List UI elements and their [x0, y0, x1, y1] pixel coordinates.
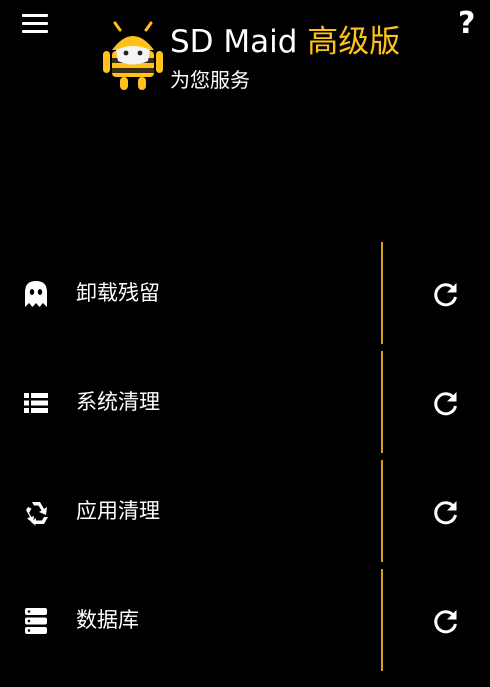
recycle-icon	[26, 502, 48, 526]
app-title: SD Maid 高级版	[170, 24, 400, 60]
refresh-icon[interactable]	[432, 498, 460, 526]
tool-label: 应用清理	[76, 499, 160, 523]
tool-row-appcleaner[interactable]: 应用清理	[0, 460, 490, 562]
tool-row-systemcleaner[interactable]: 系统清理	[0, 351, 490, 453]
ghost-icon	[25, 281, 47, 307]
list-icon	[24, 393, 48, 413]
tool-label: 系统清理	[76, 390, 160, 414]
row-divider	[381, 460, 383, 562]
tool-row-databases[interactable]: 数据库	[0, 569, 490, 671]
row-divider	[381, 569, 383, 671]
app-name: SD Maid	[170, 24, 298, 60]
refresh-icon[interactable]	[432, 280, 460, 308]
tool-label: 数据库	[76, 608, 139, 632]
hamburger-menu-icon[interactable]	[22, 14, 50, 36]
app-subtitle: 为您服务	[170, 68, 250, 92]
tool-label: 卸载残留	[76, 281, 160, 305]
tool-row-corpsefinder[interactable]: 卸载残留	[0, 242, 490, 344]
row-divider	[381, 351, 383, 453]
sd-maid-logo-icon	[103, 21, 163, 90]
database-icon	[25, 608, 47, 634]
help-button[interactable]: ?	[458, 6, 475, 42]
refresh-icon[interactable]	[432, 607, 460, 635]
refresh-icon[interactable]	[432, 389, 460, 417]
edition-label: 高级版	[307, 24, 401, 60]
row-divider	[381, 242, 383, 344]
